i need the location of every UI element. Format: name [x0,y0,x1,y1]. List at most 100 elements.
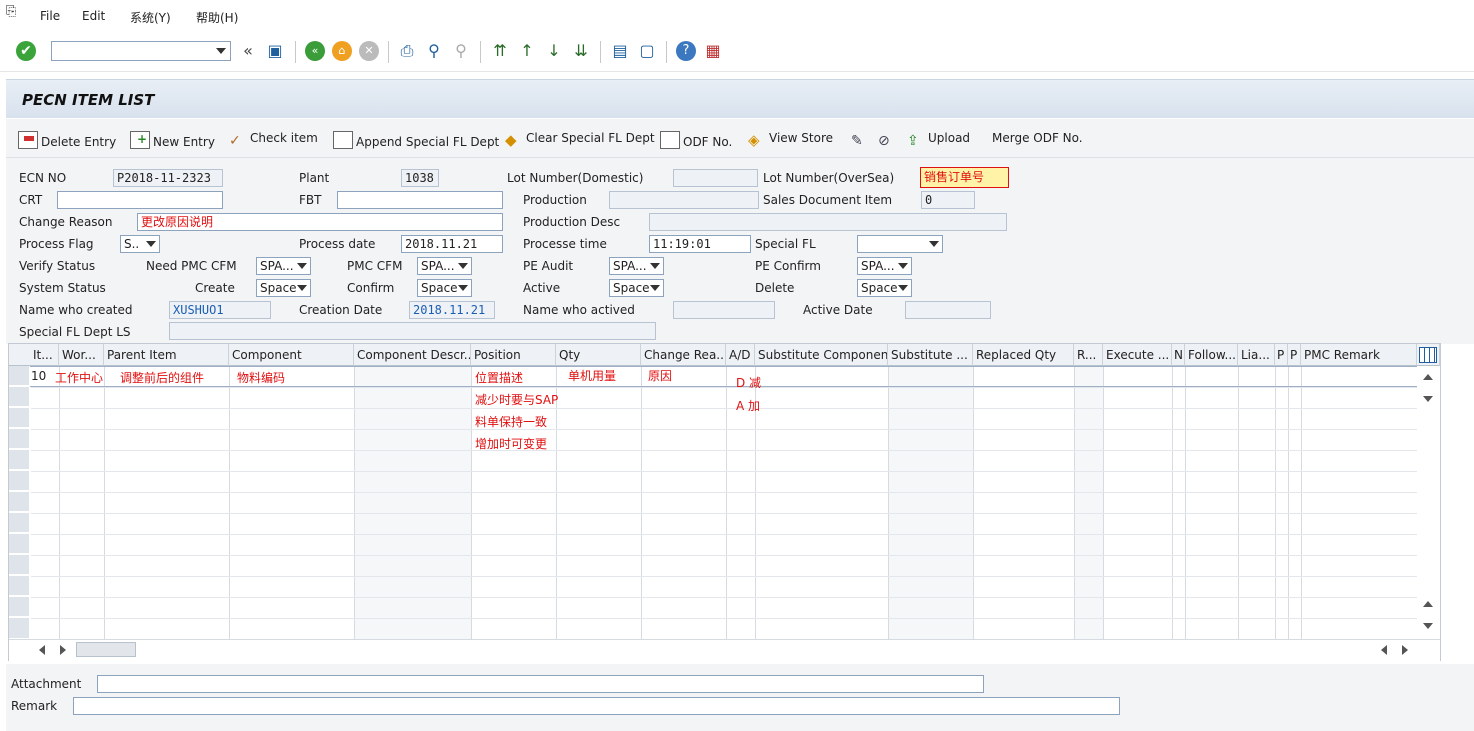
menu-edit[interactable]: Edit [82,9,105,23]
special-fl-dept-ls-field[interactable] [169,322,656,340]
window-menu-icon[interactable]: ⎘ [6,4,16,19]
production-desc-field[interactable] [649,213,1007,231]
col-lia[interactable]: Lia... [1238,344,1275,366]
scroll-up-icon[interactable] [1423,374,1433,380]
find-next-icon[interactable]: ⚲ [451,41,471,61]
ecn-no-field[interactable]: P2018-11-2323 [113,169,223,187]
col-item[interactable]: It... [30,344,59,366]
shortcut-icon[interactable]: ▢ [637,41,657,61]
new-session-icon[interactable]: ▤ [610,41,630,61]
odf-no-button[interactable]: ODF No. [660,131,732,149]
exit-icon[interactable]: ⌂ [332,41,352,61]
name-actived-field[interactable] [673,301,775,319]
scroll-down-icon[interactable] [1423,396,1433,402]
cell-position[interactable]: 位置描述 [475,369,523,386]
check-item-button[interactable]: ✓ Check item [229,131,318,149]
select-all-corner[interactable] [9,344,31,366]
enter-check-icon[interactable]: ✔ [16,41,36,61]
cell-parent-item[interactable]: 调整前后的组件 [120,369,204,386]
row-selector[interactable] [9,387,29,407]
creation-date-field[interactable]: 2018.11.21 [409,301,495,319]
row-selector[interactable] [9,534,29,554]
page-down-icon[interactable] [1423,623,1433,629]
cell-component[interactable]: 物料编码 [237,369,285,386]
cell-ad[interactable]: D 减 [736,374,761,391]
remark-field[interactable] [73,697,1120,715]
clear-special-button[interactable]: ◆ Clear Special FL Dept [505,131,655,149]
col-position[interactable]: Position [471,344,556,366]
row-selector[interactable] [9,492,29,512]
horizontal-scrollbar[interactable] [9,639,1440,661]
col-r[interactable]: R... [1074,344,1103,366]
attachment-field[interactable] [97,675,984,693]
row-selector[interactable] [9,366,29,386]
change-reason-field[interactable]: 更改原因说明 [137,213,503,231]
cell-qty[interactable]: 单机用量 [568,367,616,384]
cell-work-center[interactable]: 工作中心 [55,369,103,386]
cancel-icon[interactable]: ✕ [359,41,379,61]
previous-page-icon[interactable]: ↑ [517,41,537,61]
scroll-left-end-icon[interactable] [1381,645,1387,655]
process-flag-select[interactable]: S.. [120,235,160,253]
collapse-icon[interactable]: « [238,41,258,61]
next-page-icon[interactable]: ↓ [544,41,564,61]
find-icon[interactable]: ⚲ [424,41,444,61]
menu-help[interactable]: 帮助(H) [196,9,238,26]
col-execute[interactable]: Execute ... [1103,344,1172,366]
row-selector[interactable] [9,597,29,617]
col-change-reason[interactable]: Change Rea... [641,344,726,366]
lot-domestic-field[interactable] [673,169,758,187]
col-p1[interactable]: P [1275,344,1288,366]
col-qty[interactable]: Qty [556,344,641,366]
help-icon[interactable]: ? [676,41,696,61]
cell-item[interactable]: 10 [31,369,46,383]
row-selector[interactable] [9,429,29,449]
production-field[interactable] [609,191,759,209]
scroll-right-end-icon[interactable] [1402,645,1408,655]
col-replaced-qty[interactable]: Replaced Qty [973,344,1074,366]
col-component[interactable]: Component [229,344,354,366]
scroll-right-icon[interactable] [60,645,66,655]
fbt-field[interactable] [337,191,503,209]
last-page-icon[interactable]: ⇊ [571,41,591,61]
row-selector[interactable] [9,471,29,491]
append-special-button[interactable]: Append Special FL Dept [333,131,499,149]
tools-button[interactable]: ✎ [851,131,872,149]
cell-change-reason[interactable]: 原因 [648,367,672,384]
merge-odf-button[interactable]: Merge ODF No. [992,131,1083,145]
process-time-field[interactable]: 11:19:01 [649,235,751,253]
back-icon[interactable]: « [305,41,325,61]
col-ad[interactable]: A/D [726,344,755,366]
pe-audit-select[interactable]: SPA... [609,257,664,275]
column-config[interactable] [1417,344,1440,366]
row-selector[interactable] [9,450,29,470]
col-n[interactable]: N [1172,344,1185,366]
row-selector[interactable] [9,618,29,639]
row-selector[interactable] [9,408,29,428]
process-date-field[interactable]: 2018.11.21 [401,235,503,253]
command-field[interactable] [51,41,231,61]
view-store-button[interactable]: ◈ View Store [748,131,833,149]
delete-select[interactable]: Space [857,279,912,297]
new-entry-button[interactable]: + New Entry [130,131,215,149]
special-fl-select[interactable] [857,235,943,253]
attach-button[interactable]: ⊘ [878,131,899,149]
row-selector[interactable] [9,513,29,533]
save-icon[interactable]: ▣ [265,41,285,61]
pe-confirm-select[interactable]: SPA... [857,257,912,275]
upload-button[interactable]: ⇪ Upload [907,131,970,149]
menu-file[interactable]: File [40,9,60,23]
create-select[interactable]: Space [256,279,311,297]
pmc-cfm-select[interactable]: SPA... [417,257,472,275]
print-icon[interactable]: ⎙ [397,41,417,61]
lot-oversea-field[interactable]: 销售订单号 [920,167,1009,188]
scroll-left-icon[interactable] [39,645,45,655]
col-substitute-component[interactable]: Substitute Component [755,344,888,366]
col-substitute[interactable]: Substitute ... [888,344,973,366]
col-work[interactable]: Wor... [59,344,104,366]
delete-entry-button[interactable]: Delete Entry [18,131,116,149]
sales-doc-item-field[interactable]: 0 [921,191,975,209]
scroll-thumb[interactable] [76,642,136,657]
layout-icon[interactable]: ▦ [703,41,723,61]
first-page-icon[interactable]: ⇈ [490,41,510,61]
